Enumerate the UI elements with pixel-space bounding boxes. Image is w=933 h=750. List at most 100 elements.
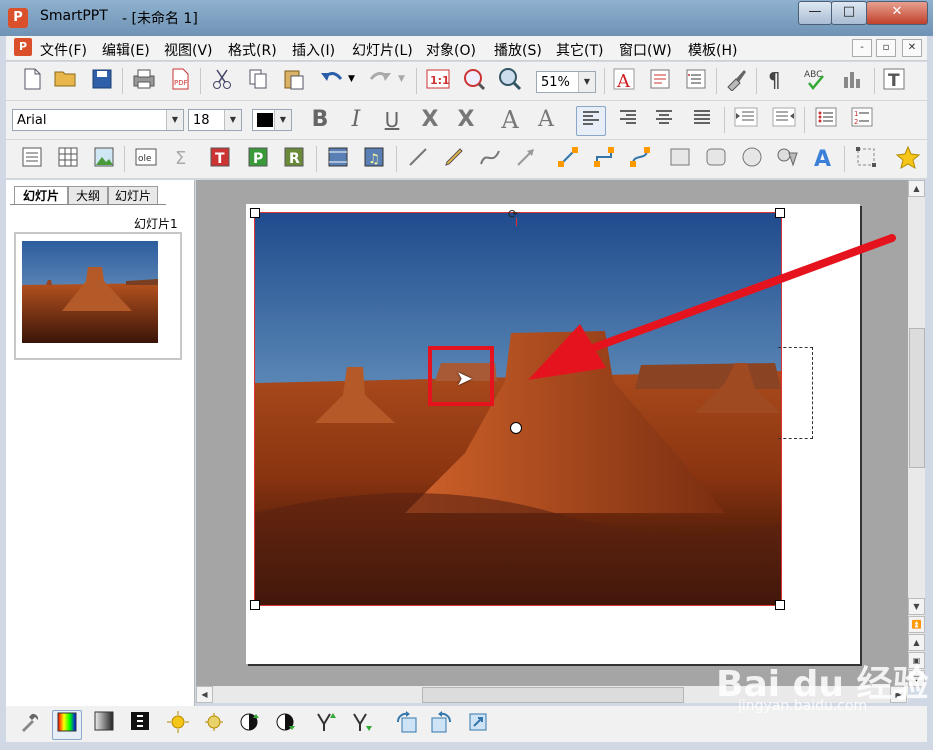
list-icon[interactable] xyxy=(682,67,710,95)
rectangle-icon[interactable] xyxy=(666,145,694,173)
align-center-button[interactable] xyxy=(650,106,678,134)
bold-button[interactable]: B xyxy=(306,106,334,134)
brightness-down-icon[interactable] xyxy=(200,710,228,738)
resize-handle[interactable] xyxy=(250,600,260,610)
open-icon[interactable] xyxy=(52,67,80,95)
tab-outline[interactable]: 大纲 xyxy=(68,186,108,205)
undo-dropdown-icon[interactable]: ▼ xyxy=(348,74,355,84)
menu-template[interactable]: 模板(H) xyxy=(688,40,737,60)
vertical-scrollbar[interactable]: ▲ ▼ ⏫ ▲ ▣ ▼ xyxy=(908,180,925,687)
color-select[interactable]: ▼ xyxy=(252,109,292,131)
menu-format[interactable]: 格式(R) xyxy=(228,40,277,60)
mdi-restore-button[interactable]: ▫ xyxy=(876,39,896,57)
gradient-icon[interactable] xyxy=(90,710,118,738)
scroll-down-button[interactable]: ▼ xyxy=(908,598,925,615)
contrast-up-icon[interactable] xyxy=(236,710,264,738)
tab-slides[interactable]: 幻灯片 xyxy=(14,186,68,205)
maximize-button[interactable]: □ xyxy=(831,1,867,25)
tab-slides-2[interactable]: 幻灯片 xyxy=(108,186,158,205)
color-icon[interactable] xyxy=(52,710,82,740)
paste-icon[interactable] xyxy=(280,67,308,95)
text-t-icon[interactable]: T xyxy=(206,145,234,173)
formula-icon[interactable]: Σ xyxy=(168,145,196,173)
font-size-select[interactable]: 18 ▼ xyxy=(188,109,242,131)
table-icon[interactable] xyxy=(54,145,82,173)
double-strike-button[interactable]: X xyxy=(452,106,480,134)
menu-edit[interactable]: 编辑(E) xyxy=(102,40,150,60)
close-button[interactable]: ✕ xyxy=(866,1,928,25)
scroll-left-button[interactable]: ◀ xyxy=(196,686,213,703)
outdent-button[interactable] xyxy=(732,106,760,134)
menu-other[interactable]: 其它(T) xyxy=(556,40,603,60)
bw-icon[interactable] xyxy=(126,710,154,738)
star-icon[interactable] xyxy=(894,145,922,173)
connector1-icon[interactable] xyxy=(554,145,582,173)
chevron-down-icon[interactable]: ▼ xyxy=(274,110,291,130)
italic-button[interactable]: I xyxy=(342,106,370,134)
rotate-right-icon[interactable] xyxy=(428,710,456,738)
curve-icon[interactable] xyxy=(476,145,504,173)
format-icon[interactable] xyxy=(646,67,674,95)
mdi-close-button[interactable]: ✕ xyxy=(902,39,922,57)
minimize-button[interactable]: — xyxy=(798,1,832,25)
reset-icon[interactable] xyxy=(464,710,492,738)
contrast-down-icon[interactable] xyxy=(272,710,300,738)
menu-insert[interactable]: 插入(I) xyxy=(292,40,335,60)
menu-slide[interactable]: 幻灯片(L) xyxy=(352,40,413,60)
resize-handle[interactable] xyxy=(250,208,260,218)
numbered-list-button[interactable]: 12 xyxy=(848,106,876,134)
spellcheck-icon[interactable]: ABC xyxy=(802,67,830,95)
rotate-left-icon[interactable] xyxy=(392,710,420,738)
print-icon[interactable] xyxy=(130,67,158,95)
font-color-icon[interactable]: A xyxy=(610,67,638,95)
rounded-rect-icon[interactable] xyxy=(702,145,730,173)
document-icon[interactable]: P xyxy=(14,38,32,56)
brush-icon[interactable] xyxy=(722,67,750,95)
tool-icon[interactable] xyxy=(16,710,44,738)
brightness-up-icon[interactable] xyxy=(164,710,192,738)
center-point-icon[interactable] xyxy=(510,422,522,434)
zoom-select[interactable]: 51% ▼ xyxy=(536,71,596,93)
ellipse-icon[interactable] xyxy=(738,145,766,173)
scroll-up-button[interactable]: ▲ xyxy=(908,180,925,197)
shrink-font-button[interactable]: A xyxy=(532,106,560,134)
resize-handle[interactable] xyxy=(775,208,785,218)
gamma-up-icon[interactable] xyxy=(312,710,340,738)
chevron-down-icon[interactable]: ▼ xyxy=(166,110,183,130)
page-first-button[interactable]: ⏫ xyxy=(908,616,925,633)
menu-window[interactable]: 窗口(W) xyxy=(619,40,672,60)
menu-file[interactable]: 文件(F) xyxy=(40,40,87,60)
menu-play[interactable]: 播放(S) xyxy=(494,40,542,60)
paragraph-icon[interactable]: ¶ xyxy=(762,67,790,95)
align-right-button[interactable] xyxy=(614,106,642,134)
slide-thumbnail[interactable] xyxy=(14,232,182,360)
strikethrough-button[interactable]: X xyxy=(416,106,444,134)
text-r-icon[interactable]: R xyxy=(280,145,308,173)
text-box-icon[interactable] xyxy=(18,145,46,173)
redo-dropdown-icon[interactable]: ▼ xyxy=(398,74,405,84)
menu-object[interactable]: 对象(O) xyxy=(426,40,476,60)
chart-icon[interactable] xyxy=(838,67,866,95)
shape-icon[interactable] xyxy=(774,145,802,173)
zoom-fit-icon[interactable] xyxy=(460,67,488,95)
pencil-icon[interactable] xyxy=(440,145,468,173)
justify-button[interactable] xyxy=(688,106,716,134)
image-icon[interactable] xyxy=(90,145,118,173)
page-up-button[interactable]: ▲ xyxy=(908,634,925,651)
audio-icon[interactable]: ♫ xyxy=(360,145,388,173)
line-icon[interactable] xyxy=(404,145,432,173)
actual-size-icon[interactable]: 1:1 xyxy=(424,67,452,95)
chevron-down-icon[interactable]: ▼ xyxy=(578,72,595,92)
font-name-select[interactable]: Arial ▼ xyxy=(12,109,184,131)
bullet-list-button[interactable] xyxy=(812,106,840,134)
chevron-down-icon[interactable]: ▼ xyxy=(224,110,241,130)
text-p-icon[interactable]: P xyxy=(244,145,272,173)
ole-icon[interactable]: ole xyxy=(132,145,160,173)
undo-icon[interactable] xyxy=(318,67,346,95)
cut-icon[interactable] xyxy=(208,67,236,95)
save-icon[interactable] xyxy=(88,67,116,95)
mdi-minimize-button[interactable]: - xyxy=(852,39,872,57)
copy-icon[interactable] xyxy=(244,67,272,95)
wordart-icon[interactable]: A xyxy=(810,145,838,173)
align-left-button[interactable] xyxy=(576,106,606,136)
